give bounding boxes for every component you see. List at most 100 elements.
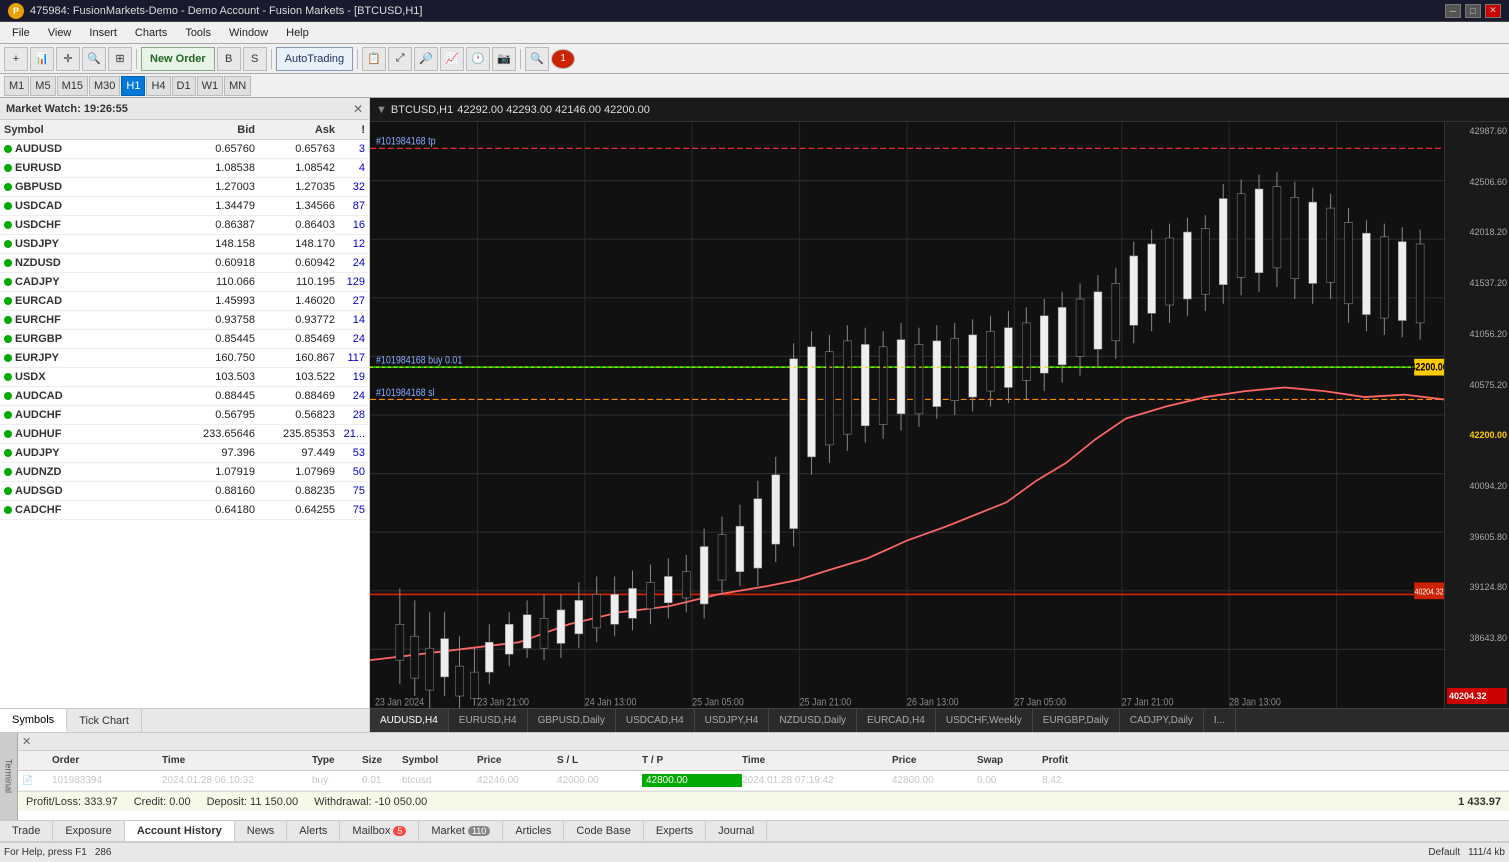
term-tab-experts[interactable]: Experts bbox=[644, 821, 706, 841]
tf-m1[interactable]: M1 bbox=[4, 76, 29, 96]
chart-canvas-wrapper[interactable]: #101984168 tp #101984168 buy 0.01 #10198… bbox=[370, 122, 1444, 708]
new-order-button[interactable]: New Order bbox=[141, 47, 215, 71]
market-watch-row[interactable]: USDCAD 1.34479 1.34566 87 bbox=[0, 197, 369, 216]
mw-spread: 75 bbox=[335, 485, 365, 497]
tf-h4[interactable]: H4 bbox=[146, 76, 170, 96]
zoom-out-btn[interactable]: 🔎 bbox=[414, 47, 438, 71]
menu-tools[interactable]: Tools bbox=[177, 25, 219, 41]
tf-m30[interactable]: M30 bbox=[89, 76, 120, 96]
chart-tab-usdcad[interactable]: USDCAD,H4 bbox=[616, 709, 695, 733]
tf-d1[interactable]: D1 bbox=[172, 76, 196, 96]
mw-spread: 21... bbox=[335, 428, 365, 440]
market-watch-row[interactable]: EURCAD 1.45993 1.46020 27 bbox=[0, 292, 369, 311]
menu-charts[interactable]: Charts bbox=[127, 25, 175, 41]
chart-tab-cadjpy[interactable]: CADJPY,Daily bbox=[1120, 709, 1204, 733]
chart-tab-eurcad[interactable]: EURCAD,H4 bbox=[857, 709, 936, 733]
tab-symbols[interactable]: Symbols bbox=[0, 709, 67, 732]
chart-tab-eurgbp[interactable]: EURGBP,Daily bbox=[1033, 709, 1120, 733]
mw-spread: 12 bbox=[335, 238, 365, 250]
mw-bid: 0.60918 bbox=[175, 257, 255, 269]
market-watch-row[interactable]: EURCHF 0.93758 0.93772 14 bbox=[0, 311, 369, 330]
sell-btn[interactable]: S bbox=[243, 47, 267, 71]
market-watch-row[interactable]: USDJPY 148.158 148.170 12 bbox=[0, 235, 369, 254]
tf-h1[interactable]: H1 bbox=[121, 76, 145, 96]
menu-insert[interactable]: Insert bbox=[81, 25, 125, 41]
crosshair-btn[interactable]: ✛ bbox=[56, 47, 80, 71]
mw-spread: 28 bbox=[335, 409, 365, 421]
chart-type-btn[interactable]: 📊 bbox=[30, 47, 54, 71]
zoom-fit-btn[interactable]: ⤢ bbox=[388, 47, 412, 71]
market-watch-row[interactable]: EURUSD 1.08538 1.08542 4 bbox=[0, 159, 369, 178]
terminal-side-tab[interactable]: Terminal bbox=[0, 733, 18, 820]
market-watch-row[interactable]: USDCHF 0.86387 0.86403 16 bbox=[0, 216, 369, 235]
mw-bid: 103.503 bbox=[175, 371, 255, 383]
mw-bid: 0.65760 bbox=[175, 143, 255, 155]
terminal-close-btn[interactable]: ✕ bbox=[22, 735, 31, 748]
term-tab-journal[interactable]: Journal bbox=[706, 821, 767, 841]
close-button[interactable]: ✕ bbox=[1485, 4, 1501, 18]
autotrading-button[interactable]: AutoTrading bbox=[276, 47, 354, 71]
tf-m5[interactable]: M5 bbox=[30, 76, 55, 96]
market-watch-row[interactable]: NZDUSD 0.60918 0.60942 24 bbox=[0, 254, 369, 273]
zoom-in-btn[interactable]: 🔍 bbox=[82, 47, 106, 71]
chart-tab-eurusd[interactable]: EURUSD,H4 bbox=[449, 709, 528, 733]
market-watch-row[interactable]: USDX 103.503 103.522 19 bbox=[0, 368, 369, 387]
mw-status-dot bbox=[4, 335, 12, 343]
chart-tab-gbpusd[interactable]: GBPUSD,Daily bbox=[528, 709, 616, 733]
term-tab-trade[interactable]: Trade bbox=[0, 821, 53, 841]
term-tab-exposure[interactable]: Exposure bbox=[53, 821, 124, 841]
buy-btn[interactable]: B bbox=[217, 47, 241, 71]
terminal-close-bar: ✕ bbox=[18, 733, 1509, 751]
market-watch-close[interactable]: ✕ bbox=[353, 102, 363, 116]
tf-m15[interactable]: M15 bbox=[57, 76, 88, 96]
indicators-btn[interactable]: 📈 bbox=[440, 47, 464, 71]
term-tab-codebase[interactable]: Code Base bbox=[564, 821, 643, 841]
template-btn[interactable]: 📋 bbox=[362, 47, 386, 71]
chart-tab-nzdusd[interactable]: NZDUSD,Daily bbox=[769, 709, 857, 733]
market-watch-row[interactable]: CADJPY 110.066 110.195 129 bbox=[0, 273, 369, 292]
market-watch-row[interactable]: AUDJPY 97.396 97.449 53 bbox=[0, 444, 369, 463]
search-btn[interactable]: 🔍 bbox=[525, 47, 549, 71]
mw-ask: 0.88469 bbox=[255, 390, 335, 402]
menu-help[interactable]: Help bbox=[278, 25, 317, 41]
svg-text:26 Jan 13:00: 26 Jan 13:00 bbox=[907, 697, 959, 708]
new-btn[interactable]: + bbox=[4, 47, 28, 71]
maximize-button[interactable]: □ bbox=[1465, 4, 1481, 18]
menu-view[interactable]: View bbox=[40, 25, 80, 41]
term-tab-account-history[interactable]: Account History bbox=[125, 821, 235, 841]
market-watch-row[interactable]: AUDCAD 0.88445 0.88469 24 bbox=[0, 387, 369, 406]
alert-btn[interactable]: 1 bbox=[551, 49, 575, 69]
chart-tab-audusd[interactable]: AUDUSD,H4 bbox=[370, 709, 449, 733]
col-symbol: Symbol bbox=[4, 124, 175, 136]
price-label-6: 42200.00 bbox=[1447, 430, 1507, 440]
term-tab-market[interactable]: Market 110 bbox=[419, 821, 503, 841]
market-watch-row[interactable]: AUDCHF 0.56795 0.56823 28 bbox=[0, 406, 369, 425]
menu-window[interactable]: Window bbox=[221, 25, 276, 41]
term-tab-articles[interactable]: Articles bbox=[503, 821, 564, 841]
market-watch-row[interactable]: AUDUSD 0.65760 0.65763 3 bbox=[0, 140, 369, 159]
chart-tab-more[interactable]: I... bbox=[1204, 709, 1236, 733]
screenshot-btn[interactable]: 📷 bbox=[492, 47, 516, 71]
menu-file[interactable]: File bbox=[4, 25, 38, 41]
market-watch-row[interactable]: GBPUSD 1.27003 1.27035 32 bbox=[0, 178, 369, 197]
market-watch-row[interactable]: EURJPY 160.750 160.867 117 bbox=[0, 349, 369, 368]
market-watch-row[interactable]: AUDHUF 233.65646 235.85353 21... bbox=[0, 425, 369, 444]
svg-text:27 Jan 05:00: 27 Jan 05:00 bbox=[1014, 697, 1066, 708]
tf-w1[interactable]: W1 bbox=[197, 76, 224, 96]
clock-btn[interactable]: 🕐 bbox=[466, 47, 490, 71]
market-watch-row[interactable]: EURGBP 0.85445 0.85469 24 bbox=[0, 330, 369, 349]
term-tab-alerts[interactable]: Alerts bbox=[287, 821, 340, 841]
minimize-button[interactable]: ─ bbox=[1445, 4, 1461, 18]
tf-mn[interactable]: MN bbox=[224, 76, 251, 96]
price-label-4: 41056.20 bbox=[1447, 329, 1507, 339]
term-tab-mailbox[interactable]: Mailbox 5 bbox=[340, 821, 419, 841]
terminal-content: ✕ Order Time Type Size Symbol Price S / … bbox=[18, 733, 1509, 820]
chart-tab-usdjpy[interactable]: USDJPY,H4 bbox=[695, 709, 770, 733]
period-sep-btn[interactable]: ⊞ bbox=[108, 47, 132, 71]
market-watch-row[interactable]: CADCHF 0.64180 0.64255 75 bbox=[0, 501, 369, 520]
market-watch-row[interactable]: AUDNZD 1.07919 1.07969 50 bbox=[0, 463, 369, 482]
term-tab-news[interactable]: News bbox=[235, 821, 288, 841]
chart-tab-usdchf[interactable]: USDCHF,Weekly bbox=[936, 709, 1033, 733]
market-watch-row[interactable]: AUDSGD 0.88160 0.88235 75 bbox=[0, 482, 369, 501]
tab-tick-chart[interactable]: Tick Chart bbox=[67, 709, 142, 732]
